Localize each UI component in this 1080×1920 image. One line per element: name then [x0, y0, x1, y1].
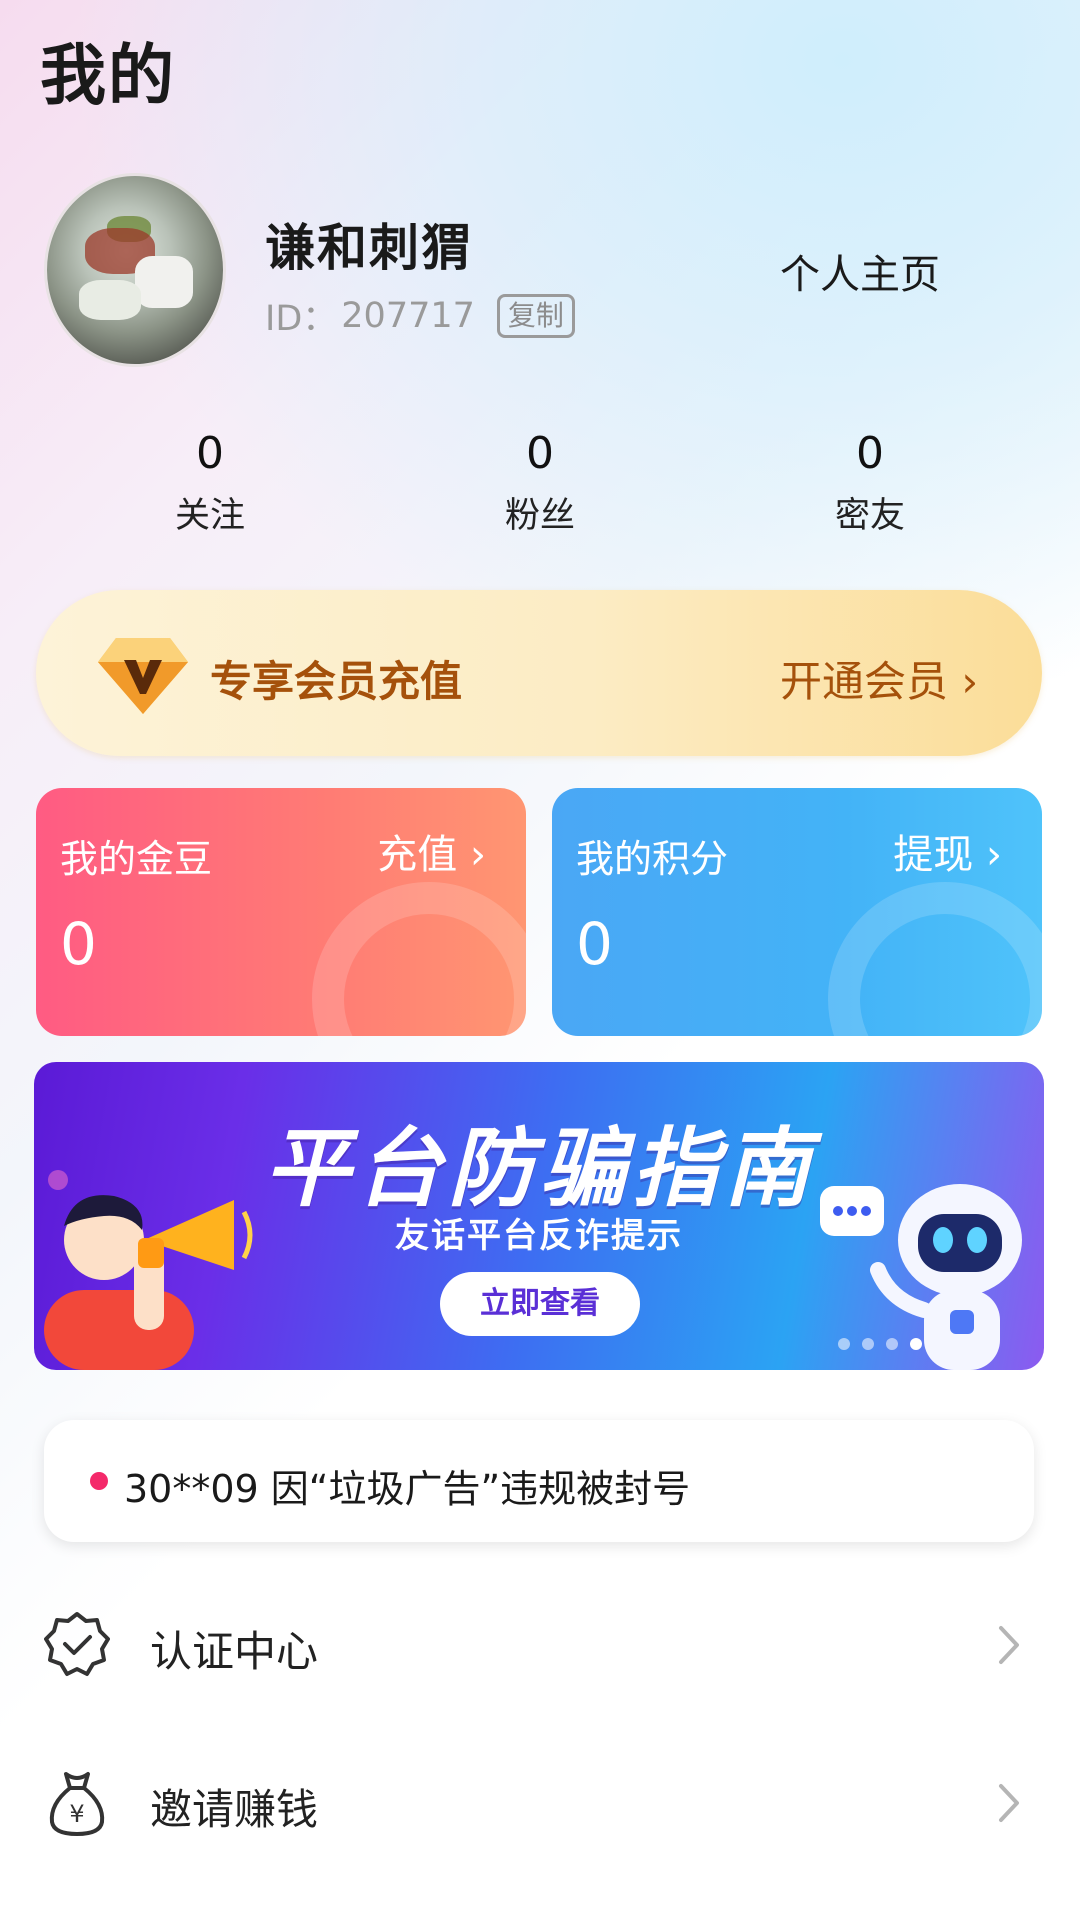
user-id-row: ID： 207717 复制	[265, 290, 575, 341]
stat-label: 密友	[834, 496, 905, 536]
gold-beans-title: 我的金豆	[60, 837, 213, 881]
notice-dot	[90, 1472, 108, 1490]
stat-value: 0	[196, 428, 224, 479]
money-bag-icon: ¥	[49, 1772, 105, 1836]
stat-fans[interactable]: 0 粉丝	[440, 428, 640, 538]
stat-following[interactable]: 0 关注	[110, 428, 310, 538]
stat-label: 关注	[174, 496, 245, 536]
notice-text: 30**09 因“垃圾广告”违规被封号	[124, 1467, 691, 1511]
menu-item-invite-earn[interactable]: ¥ 邀请赚钱	[0, 1738, 1080, 1868]
stat-value: 0	[856, 428, 884, 479]
svg-text:¥: ¥	[69, 1800, 84, 1828]
carousel-dot	[886, 1338, 898, 1350]
view-now-button[interactable]: 立即查看	[440, 1272, 640, 1336]
chevron-right-icon	[999, 1784, 1019, 1822]
verified-badge-icon	[44, 1612, 110, 1676]
withdraw-button[interactable]: 提现 ›	[893, 822, 1002, 880]
carousel-dot	[862, 1338, 874, 1350]
diamond-v-icon	[98, 638, 188, 714]
open-vip-button[interactable]: 开通会员 ›	[780, 648, 978, 709]
page-title: 我的	[40, 37, 176, 114]
points-value: 0	[576, 910, 613, 978]
menu-label: 邀请赚钱	[150, 1785, 319, 1834]
carousel-dot-active	[910, 1338, 922, 1350]
stat-value: 0	[526, 428, 554, 479]
gold-beans-card[interactable]: 我的金豆 充值 › 0	[36, 788, 526, 1036]
carousel-dot	[838, 1338, 850, 1350]
copy-id-button[interactable]: 复制	[496, 293, 575, 338]
promo-subtitle: 友话平台反诈提示	[395, 1216, 683, 1256]
stat-close-friends[interactable]: 0 密友	[770, 428, 970, 538]
menu-label: 认证中心	[150, 1627, 319, 1676]
personal-homepage-link[interactable]: 个人主页	[780, 242, 940, 300]
nickname: 谦和刺猬	[265, 219, 473, 277]
points-card[interactable]: 我的积分 提现 › 0	[552, 788, 1042, 1036]
vip-title: 专享会员充值	[210, 657, 463, 706]
recharge-button[interactable]: 充值 ›	[377, 822, 486, 880]
user-id-value: 207717	[341, 295, 475, 336]
stat-label: 粉丝	[504, 496, 575, 536]
chevron-right-icon	[999, 1626, 1019, 1664]
promo-title: 平台防骗指南	[264, 1119, 816, 1219]
avatar[interactable]	[44, 173, 226, 367]
gold-beans-value: 0	[60, 910, 97, 978]
carousel-indicator	[838, 1338, 922, 1350]
points-title: 我的积分	[576, 837, 729, 881]
megaphone-person-illustration	[44, 1170, 253, 1370]
ring-decoration	[828, 882, 1042, 1036]
user-id-label: ID：	[265, 299, 338, 339]
menu-item-verification-center[interactable]: 认证中心	[0, 1580, 1080, 1710]
coin-decoration	[312, 882, 526, 1036]
